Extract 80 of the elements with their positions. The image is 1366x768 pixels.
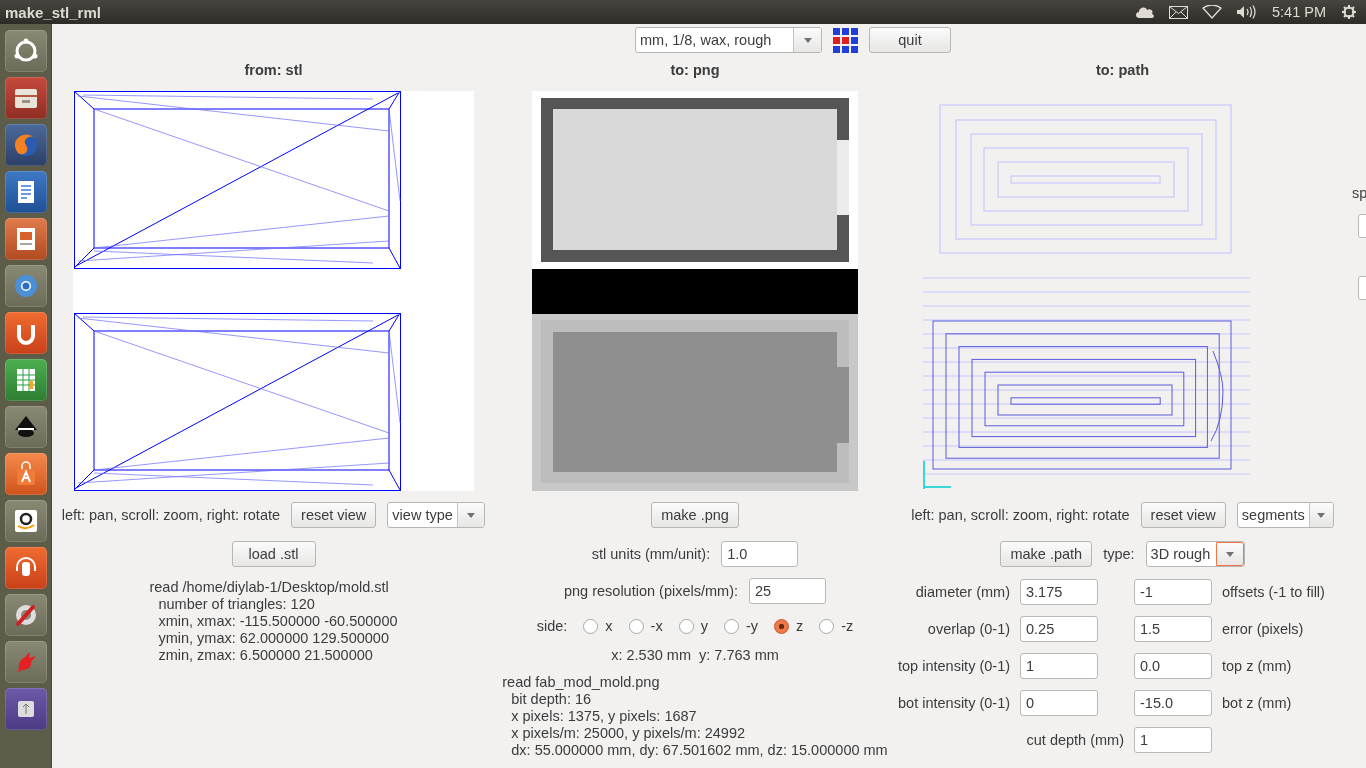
info-text: zmin, zmax: 6.500000 21.500000	[157, 647, 373, 664]
radio-option[interactable]: -x	[628, 617, 663, 635]
slides-icon[interactable]	[4, 218, 47, 260]
button[interactable]: reset view	[291, 502, 377, 528]
caret-icon	[1316, 511, 1327, 519]
wifi-icon[interactable]	[1202, 5, 1222, 19]
shopping-bag-icon[interactable]	[4, 453, 47, 495]
field-label: stl units (mm/unit):	[591, 545, 711, 563]
field-label: type:	[1103, 545, 1135, 563]
input-field[interactable]: -15.0	[1134, 690, 1213, 716]
radio-option[interactable]: y	[678, 617, 708, 635]
clock[interactable]: 5:41 PM	[1272, 3, 1326, 21]
info-text: read /home/diylab-1/Desktop/mold.stl	[149, 579, 389, 596]
input-field[interactable]: 0	[1020, 690, 1099, 716]
panel-title: to: png	[670, 62, 720, 79]
dropdown[interactable]: mm, 1/8, wax, rough	[635, 27, 822, 53]
button[interactable]: make .path	[1000, 541, 1093, 567]
input-field[interactable]: 25	[749, 578, 827, 604]
info-text: dx: 55.000000 mm, dy: 67.501602 mm, dz: 15.000000 mm	[510, 742, 888, 759]
field-label: diameter (mm)	[914, 583, 1011, 601]
grid-icon[interactable]	[833, 27, 858, 53]
field-label: side:	[536, 617, 568, 635]
field-label: cut depth (mm)	[1025, 731, 1125, 749]
spreadsheet-icon[interactable]	[4, 359, 47, 401]
mail-icon[interactable]	[1169, 5, 1188, 19]
ink-drop-icon[interactable]	[4, 406, 47, 448]
hint-text: left: pan, scroll: zoom, right: rotate	[61, 506, 281, 524]
document-icon[interactable]	[4, 171, 47, 213]
globe-icon[interactable]	[4, 124, 47, 166]
field-label: sp	[1352, 185, 1366, 202]
input-field[interactable]: 1	[1134, 727, 1213, 753]
radio-option[interactable]: -y	[723, 617, 758, 635]
radio-option[interactable]: z	[774, 617, 804, 635]
field-label: error (pixels)	[1222, 620, 1305, 638]
input-field[interactable]: -1	[1134, 579, 1213, 605]
cloud-icon[interactable]	[1135, 5, 1155, 19]
field-label: bot intensity (0-1)	[898, 694, 1011, 712]
input-field[interactable]: 3.175	[1020, 579, 1099, 605]
input-field[interactable]: 0.25	[1020, 616, 1099, 642]
volume-icon[interactable]	[1236, 5, 1256, 19]
window-title: make_stl_rml	[5, 3, 101, 21]
info-text: read fab_mod_mold.png	[502, 674, 660, 691]
globe-icon[interactable]	[4, 265, 47, 307]
field-label: offsets (-1 to fill)	[1222, 583, 1325, 601]
usb-drive-icon[interactable]	[4, 688, 47, 730]
dropdown[interactable]: view type	[387, 502, 486, 528]
hint-text: left: pan, scroll: zoom, right: rotate	[911, 506, 1130, 524]
input-field[interactable]: 0.0	[1134, 653, 1213, 679]
drawer-icon[interactable]	[4, 77, 47, 119]
button[interactable]: quit	[869, 27, 951, 53]
info-text: x pixels/m: 25000, y pixels/m: 24992	[510, 725, 745, 742]
circle-logo-icon[interactable]	[4, 30, 47, 72]
panel-title: to: path	[1095, 62, 1150, 79]
field-label: overlap (0-1)	[926, 620, 1011, 638]
field-label: top z (mm)	[1222, 657, 1293, 675]
headphones-icon[interactable]	[4, 547, 47, 589]
info-text: xmin, xmax: -115.500000 -60.500000	[157, 613, 398, 630]
caret-icon	[466, 511, 477, 519]
input-field[interactable]: 1.0	[721, 541, 799, 567]
field-label: bot z (mm)	[1222, 694, 1293, 712]
button[interactable]: load .stl	[231, 541, 316, 567]
panel-title: from: stl	[244, 62, 303, 79]
field-label: png resolution (pixels/mm):	[563, 582, 739, 600]
dropdown[interactable]: 3D rough	[1145, 541, 1245, 567]
cursor-position: x: 2.530 mm y: 7.763 mm	[611, 647, 779, 664]
input-field[interactable]: 1.5	[1134, 616, 1213, 642]
button[interactable]: make .png	[651, 502, 739, 528]
gear-icon[interactable]	[1342, 5, 1356, 19]
caret-icon	[802, 36, 813, 44]
input-field[interactable]: 1	[1020, 653, 1099, 679]
info-text: x pixels: 1375, y pixels: 1687	[510, 708, 697, 725]
info-text: number of triangles: 120	[157, 596, 315, 613]
dropdown[interactable]: segments	[1236, 502, 1334, 528]
info-text: bit depth: 16	[510, 691, 592, 708]
caret-icon	[1224, 550, 1235, 558]
field-label: top intensity (0-1)	[898, 657, 1011, 675]
radio-option[interactable]: x	[583, 617, 613, 635]
radio-option[interactable]: -z	[819, 617, 854, 635]
button[interactable]: reset view	[1140, 502, 1226, 528]
info-text: ymin, ymax: 62.000000 129.500000	[157, 630, 389, 647]
